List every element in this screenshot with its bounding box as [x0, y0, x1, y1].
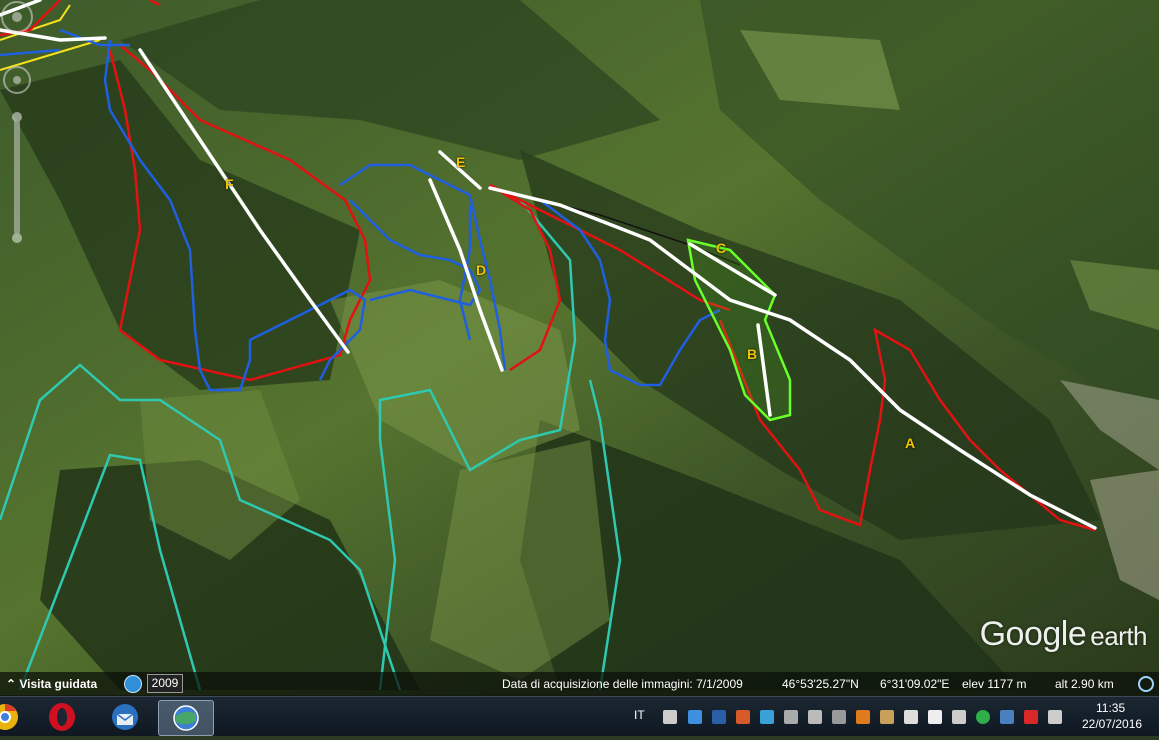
tray-network2-icon[interactable] — [1000, 710, 1014, 724]
blue-runs — [0, 28, 721, 392]
clock-date[interactable]: 22/07/2016 — [1082, 717, 1142, 731]
look-joystick-icon[interactable] — [12, 12, 22, 22]
map-viewport[interactable]: A B C D E F Google earth — [0, 0, 1159, 695]
acquisition-date: Data di acquisizione delle immagini: 7/1… — [502, 677, 743, 691]
flag-icon[interactable] — [928, 710, 942, 724]
piste-label-f: F — [225, 176, 234, 192]
logo-brand: Google — [979, 615, 1087, 653]
longitude: 6°31'09.02"E — [880, 677, 950, 691]
white-lifts — [0, 0, 1097, 530]
tray-display-icon[interactable] — [952, 710, 966, 724]
status-bar: ⌃ Visita guidata 2009 Data di acquisizio… — [0, 672, 1159, 696]
tray-usb-icon[interactable] — [808, 710, 822, 724]
chrome-icon — [0, 704, 18, 730]
tray-update-icon[interactable] — [856, 710, 870, 724]
clock-time[interactable]: 11:35 — [1096, 701, 1125, 715]
piste-label-c: C — [716, 240, 727, 256]
speaker-icon[interactable] — [904, 710, 918, 724]
opera-icon — [49, 703, 75, 731]
historical-imagery-clock-icon[interactable] — [124, 675, 142, 693]
tray-tool-icon[interactable] — [784, 710, 798, 724]
tray-dropbox-icon[interactable] — [1048, 710, 1062, 724]
language-indicator[interactable]: IT — [634, 708, 645, 722]
tray-app-icon[interactable] — [663, 710, 677, 724]
tray-bluetooth-icon[interactable] — [712, 710, 726, 724]
elevation: elev 1177 m — [962, 677, 1027, 691]
move-center-icon — [13, 76, 21, 84]
google-earth-logo: Google earth — [979, 615, 1148, 654]
teal-boundaries — [0, 199, 622, 691]
tray-red-app-icon[interactable] — [1024, 710, 1038, 724]
imagery-year[interactable]: 2009 — [147, 674, 183, 693]
tour-label: Visita guidata — [19, 677, 98, 691]
tray-app2-icon[interactable] — [736, 710, 750, 724]
eye-altitude: alt 2.90 km — [1055, 677, 1114, 691]
piste-label-a: A — [905, 435, 916, 451]
green-zone — [686, 238, 792, 422]
logo-product: earth — [1090, 621, 1147, 651]
piste-label-b: B — [747, 346, 758, 362]
taskbar-google-earth[interactable] — [158, 700, 214, 736]
tray-device-icon[interactable] — [832, 710, 846, 724]
zoom-out-icon[interactable] — [12, 233, 22, 243]
red-runs — [0, 0, 1096, 532]
tray-skype-icon[interactable] — [760, 710, 774, 724]
taskbar-chrome[interactable] — [0, 700, 32, 734]
latitude: 46°53'25.27"N — [782, 677, 859, 691]
piste-label-e: E — [456, 154, 466, 170]
taskbar-opera[interactable] — [35, 700, 89, 734]
zoom-in-icon[interactable] — [12, 112, 22, 122]
zoom-slider[interactable] — [14, 115, 20, 235]
tour-button[interactable]: ⌃ Visita guidata — [6, 677, 97, 691]
google-earth-icon — [173, 705, 199, 731]
navigation-controls[interactable] — [0, 0, 34, 250]
tray-app3-icon[interactable] — [880, 710, 894, 724]
status-indicator-icon — [1138, 676, 1154, 692]
piste-label-d: D — [476, 262, 487, 278]
tray-green-app-icon[interactable] — [976, 710, 990, 724]
taskbar-thunderbird[interactable] — [98, 700, 152, 734]
ski-overlay — [0, 0, 1097, 691]
thunderbird-icon — [112, 704, 138, 730]
tray-network-icon[interactable] — [688, 710, 702, 724]
